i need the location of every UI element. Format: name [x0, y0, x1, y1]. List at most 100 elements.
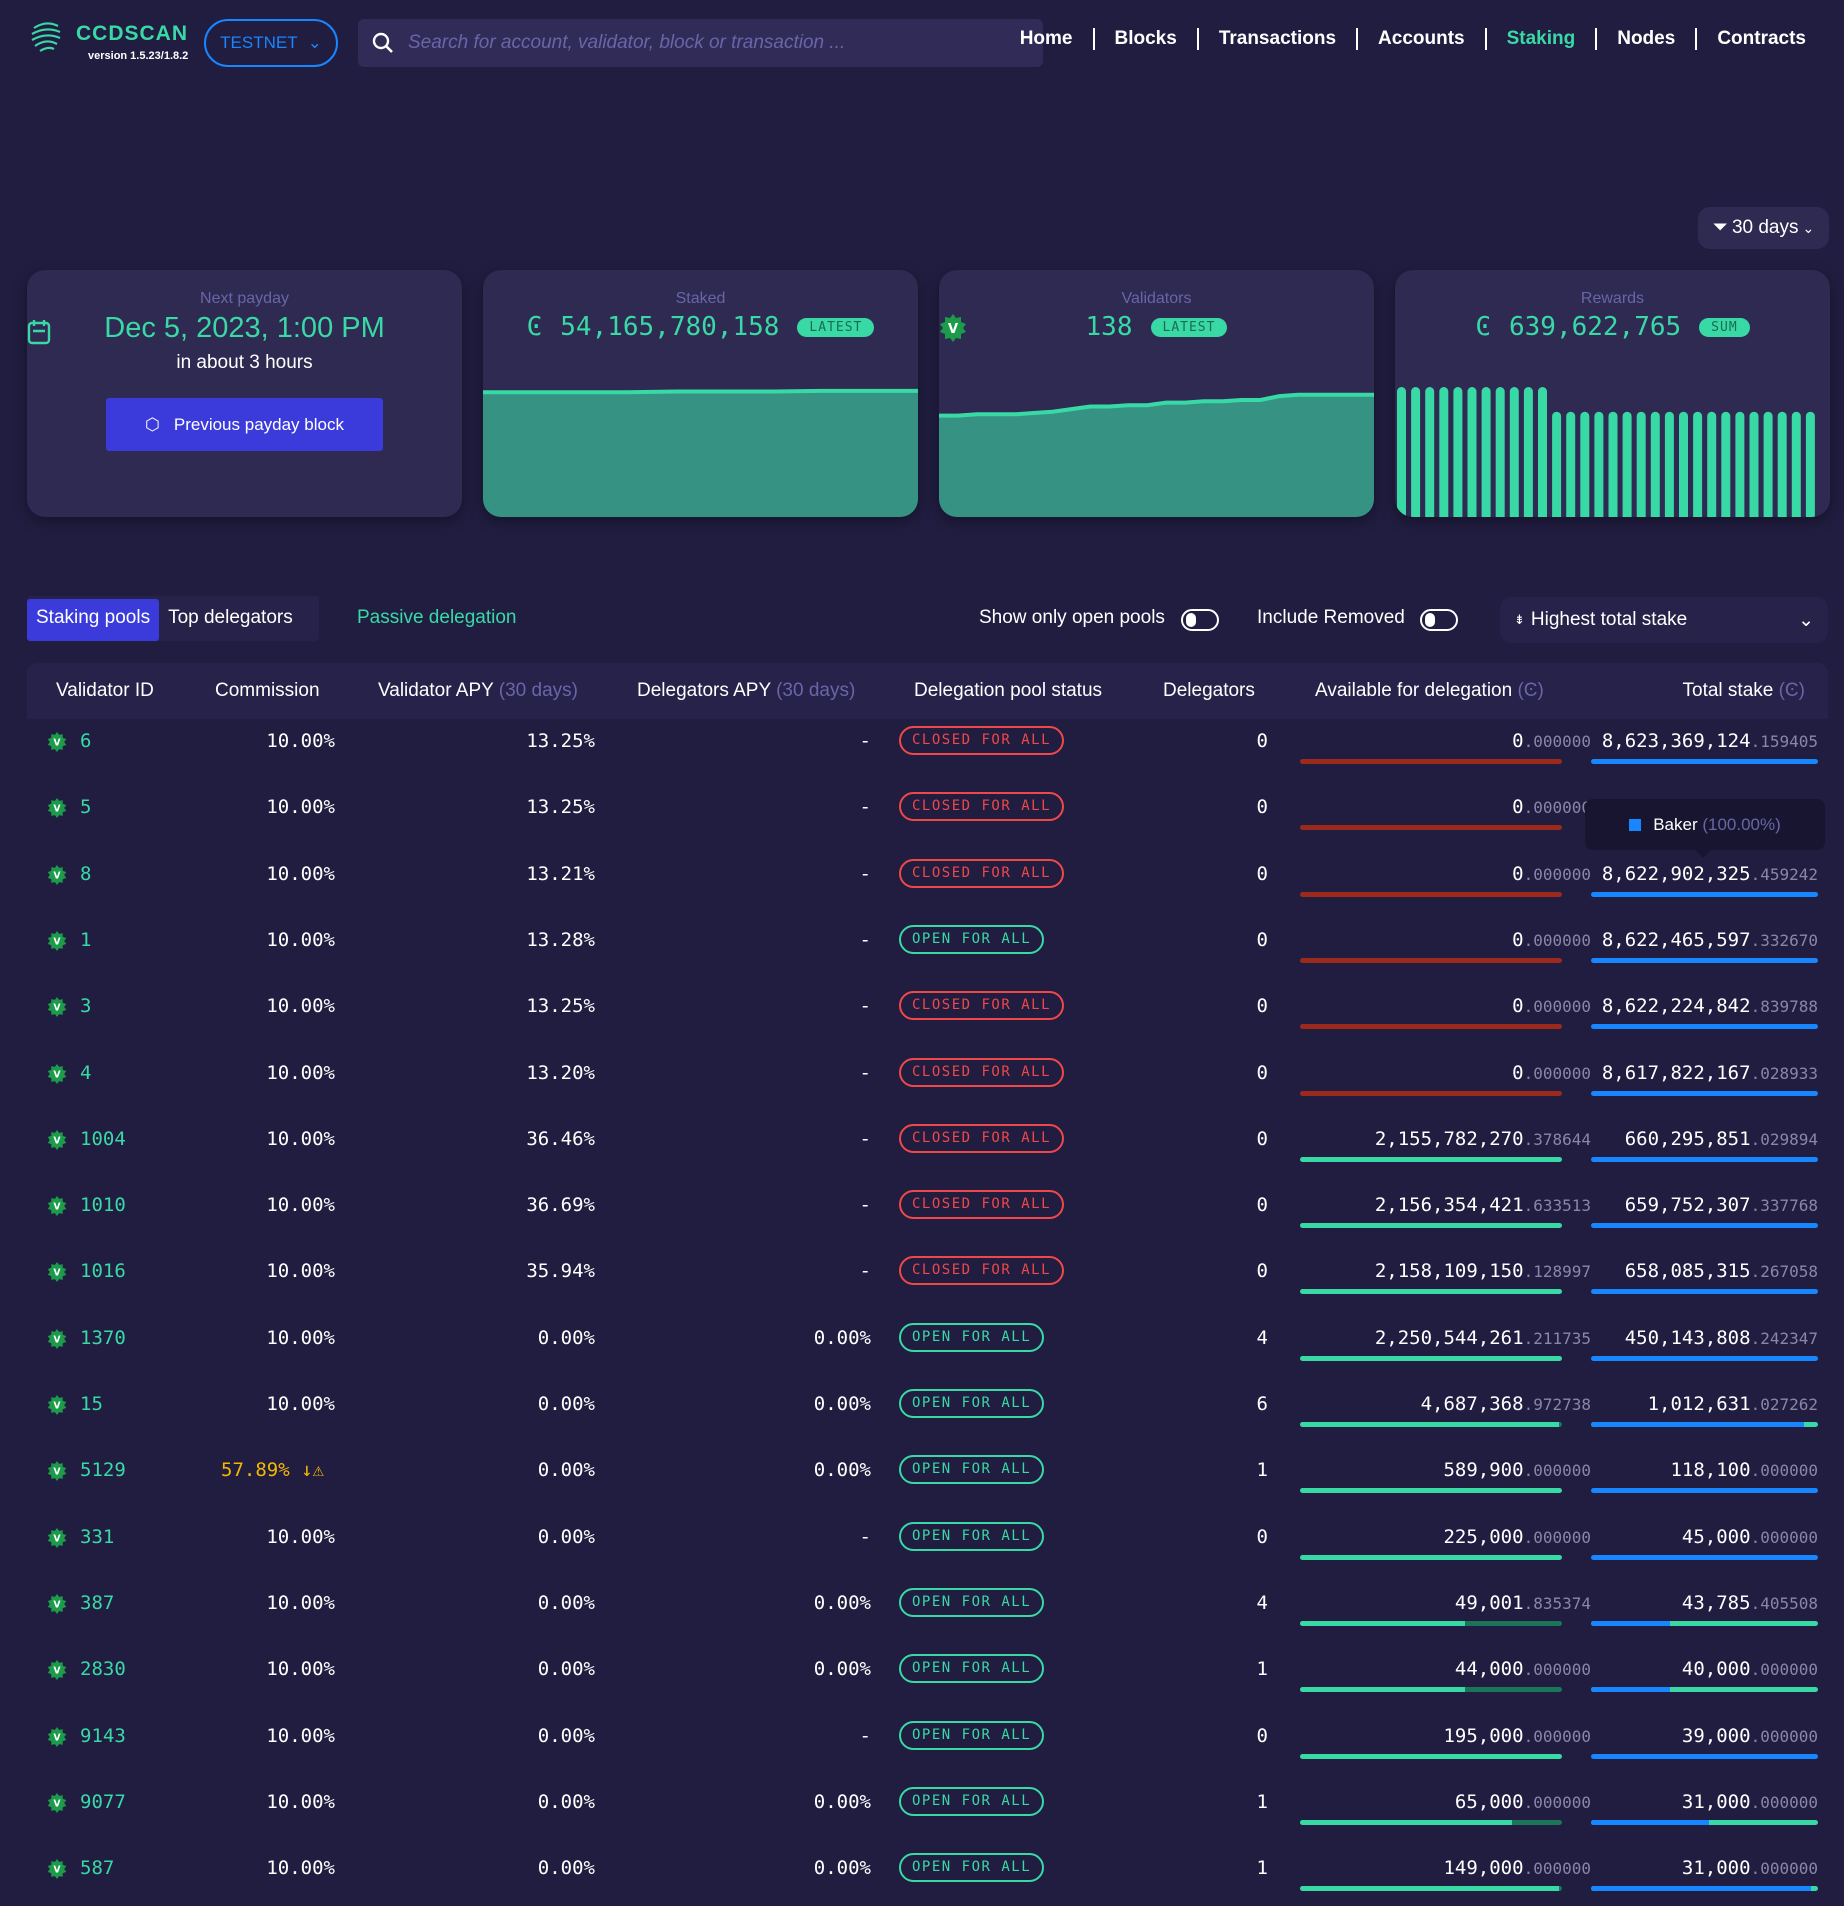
delegators-apy-value: -	[859, 1061, 871, 1084]
table-row[interactable]: V 1 10.00% 13.28% - OPEN FOR ALL 0 0.000…	[27, 912, 1828, 978]
chevron-down-icon: ⌄	[1798, 609, 1814, 631]
table-row[interactable]: V 1004 10.00% 36.46% - CLOSED FOR ALL 0 …	[27, 1111, 1828, 1177]
network-selector[interactable]: TESTNET ⌄	[204, 19, 338, 67]
previous-payday-block-button[interactable]: ⬡ Previous payday block	[106, 398, 383, 451]
brand-name[interactable]: CCDSCAN	[76, 22, 188, 46]
total-stake-bar[interactable]	[1591, 1554, 1818, 1560]
validator-id-link[interactable]: 5	[80, 796, 91, 818]
nav-blocks[interactable]: Blocks	[1092, 28, 1197, 50]
table-row[interactable]: V 1016 10.00% 35.94% - CLOSED FOR ALL 0 …	[27, 1243, 1828, 1309]
col-available[interactable]: Available for delegation (Ͼ)	[1315, 680, 1544, 702]
search-input[interactable]	[408, 32, 1008, 54]
reward-bar	[1495, 387, 1505, 517]
nav-nodes[interactable]: Nodes	[1595, 28, 1695, 50]
validator-id-link[interactable]: 9143	[80, 1725, 126, 1747]
search-icon	[372, 32, 393, 53]
col-total-stake[interactable]: Total stake (Ͼ)	[1683, 680, 1806, 702]
nav-accounts[interactable]: Accounts	[1356, 28, 1485, 50]
svg-text:V: V	[53, 1334, 61, 1345]
validator-id-link[interactable]: 6	[80, 730, 91, 752]
total-stake-bar[interactable]	[1591, 957, 1818, 963]
total-stake-bar[interactable]	[1591, 891, 1818, 897]
total-stake-bar[interactable]	[1591, 1090, 1818, 1096]
validator-id-link[interactable]: 331	[80, 1526, 114, 1548]
validator-badge-icon: V	[47, 1328, 67, 1349]
total-stake-bar[interactable]	[1591, 1355, 1818, 1361]
search-bar[interactable]	[358, 19, 1043, 67]
validator-id-link[interactable]: 3	[80, 995, 91, 1017]
table-row[interactable]: V 6 10.00% 13.25% - CLOSED FOR ALL 0 0.0…	[27, 713, 1828, 779]
validator-badge-icon: V	[47, 732, 67, 752]
table-row[interactable]: V 5129 57.89% ↓⚠ 0.00% 0.00% OPEN FOR AL…	[27, 1442, 1828, 1508]
tab-top-delegators[interactable]: Top delegators	[159, 599, 302, 641]
nav-home[interactable]: Home	[1000, 28, 1093, 50]
delegators-count: 4	[1256, 1591, 1268, 1614]
total-stake-bar[interactable]	[1591, 1156, 1818, 1162]
validator-id-link[interactable]: 1370	[80, 1327, 126, 1349]
reward-bar	[1749, 411, 1759, 517]
table-row[interactable]: V 3 10.00% 13.25% - CLOSED FOR ALL 0 0.0…	[27, 978, 1828, 1044]
table-row[interactable]: V 9143 10.00% 0.00% - OPEN FOR ALL 0 195…	[27, 1708, 1828, 1774]
total-stake-bar[interactable]	[1591, 1223, 1818, 1229]
validator-id-link[interactable]: 1010	[80, 1194, 126, 1216]
validator-id-link[interactable]: 8	[80, 863, 91, 885]
table-row[interactable]: V 587 10.00% 0.00% 0.00% OPEN FOR ALL 1 …	[27, 1840, 1828, 1906]
validator-badge-icon: V	[47, 930, 67, 951]
nav-contracts[interactable]: Contracts	[1695, 28, 1826, 50]
total-stake-bar[interactable]	[1591, 1620, 1818, 1626]
table-row[interactable]: V 387 10.00% 0.00% 0.00% OPEN FOR ALL 4 …	[27, 1575, 1828, 1641]
validator-id-link[interactable]: 2830	[80, 1658, 126, 1680]
validator-id-link[interactable]: 15	[80, 1393, 103, 1415]
col-delegators[interactable]: Delegators	[1163, 680, 1255, 702]
delegators-count: 0	[1256, 1194, 1268, 1217]
total-stake-bar[interactable]	[1591, 1687, 1818, 1693]
table-row[interactable]: V 1010 10.00% 36.69% - CLOSED FOR ALL 0 …	[27, 1177, 1828, 1243]
reward-bar	[1693, 411, 1703, 517]
rewards-label: Rewards	[1580, 290, 1645, 307]
total-stake-bar[interactable]	[1591, 1488, 1818, 1494]
table-row[interactable]: V 5 10.00% 13.25% - CLOSED FOR ALL 0 0.0…	[27, 779, 1828, 845]
validator-apy-value: 36.69%	[526, 1194, 595, 1217]
validator-id-link[interactable]: 1004	[80, 1128, 126, 1150]
col-validator-id[interactable]: Validator ID	[56, 680, 154, 702]
nav-staking[interactable]: Staking	[1484, 28, 1596, 50]
validator-id-link[interactable]: 4	[80, 1062, 91, 1084]
validator-id-link[interactable]: 587	[80, 1857, 114, 1879]
open-pools-toggle[interactable]	[1181, 609, 1219, 631]
validator-id-link[interactable]: 9077	[80, 1791, 126, 1813]
validator-id-link[interactable]: 387	[80, 1592, 114, 1614]
col-validator-apy[interactable]: Validator APY (30 days)	[378, 680, 578, 702]
time-range-filter[interactable]: ⏷ 30 days ⌄	[1698, 207, 1829, 249]
validator-id-link[interactable]: 1	[80, 929, 91, 951]
total-stake-bar[interactable]	[1591, 759, 1818, 764]
total-stake-bar[interactable]	[1591, 1819, 1818, 1825]
validator-apy-value: 13.21%	[526, 862, 595, 885]
total-stake-bar[interactable]	[1591, 1024, 1818, 1030]
validator-id-link[interactable]: 5129	[80, 1459, 126, 1481]
table-row[interactable]: V 9077 10.00% 0.00% 0.00% OPEN FOR ALL 1…	[27, 1774, 1828, 1840]
col-commission[interactable]: Commission	[215, 680, 320, 702]
col-pool-status[interactable]: Delegation pool status	[914, 680, 1102, 702]
available-for-delegation: 2,158,109,150.128997	[1374, 1260, 1591, 1283]
table-row[interactable]: V 331 10.00% 0.00% - OPEN FOR ALL 0 225,…	[27, 1509, 1828, 1575]
reward-bar	[1594, 411, 1604, 517]
col-delegators-apy[interactable]: Delegators APY (30 days)	[637, 680, 855, 702]
svg-text:V: V	[53, 1865, 61, 1876]
validator-apy-value: 13.28%	[526, 928, 595, 951]
include-removed-toggle[interactable]	[1420, 609, 1458, 631]
sort-select[interactable]: ⇟ Highest total stake ⌄	[1500, 597, 1828, 643]
rewards-card: Rewards Ͼ 639,622,765 SUM	[1395, 270, 1830, 517]
nav-transactions[interactable]: Transactions	[1196, 28, 1356, 50]
total-stake-bar[interactable]	[1591, 1289, 1818, 1295]
table-row[interactable]: V 4 10.00% 13.20% - CLOSED FOR ALL 0 0.0…	[27, 1045, 1828, 1111]
table-row[interactable]: V 1370 10.00% 0.00% 0.00% OPEN FOR ALL 4…	[27, 1310, 1828, 1376]
validator-id-link[interactable]: 1016	[80, 1260, 126, 1282]
table-row[interactable]: V 2830 10.00% 0.00% 0.00% OPEN FOR ALL 1…	[27, 1641, 1828, 1707]
total-stake-bar[interactable]	[1591, 1886, 1818, 1892]
total-stake-bar[interactable]	[1591, 1753, 1818, 1759]
tab-staking-pools[interactable]: Staking pools	[27, 599, 160, 641]
passive-delegation-link[interactable]: Passive delegation	[357, 607, 517, 629]
table-row[interactable]: V 15 10.00% 0.00% 0.00% OPEN FOR ALL 6 4…	[27, 1376, 1828, 1442]
total-stake-bar[interactable]	[1591, 1422, 1818, 1427]
table-row[interactable]: V 8 10.00% 13.21% - CLOSED FOR ALL 0 0.0…	[27, 846, 1828, 912]
